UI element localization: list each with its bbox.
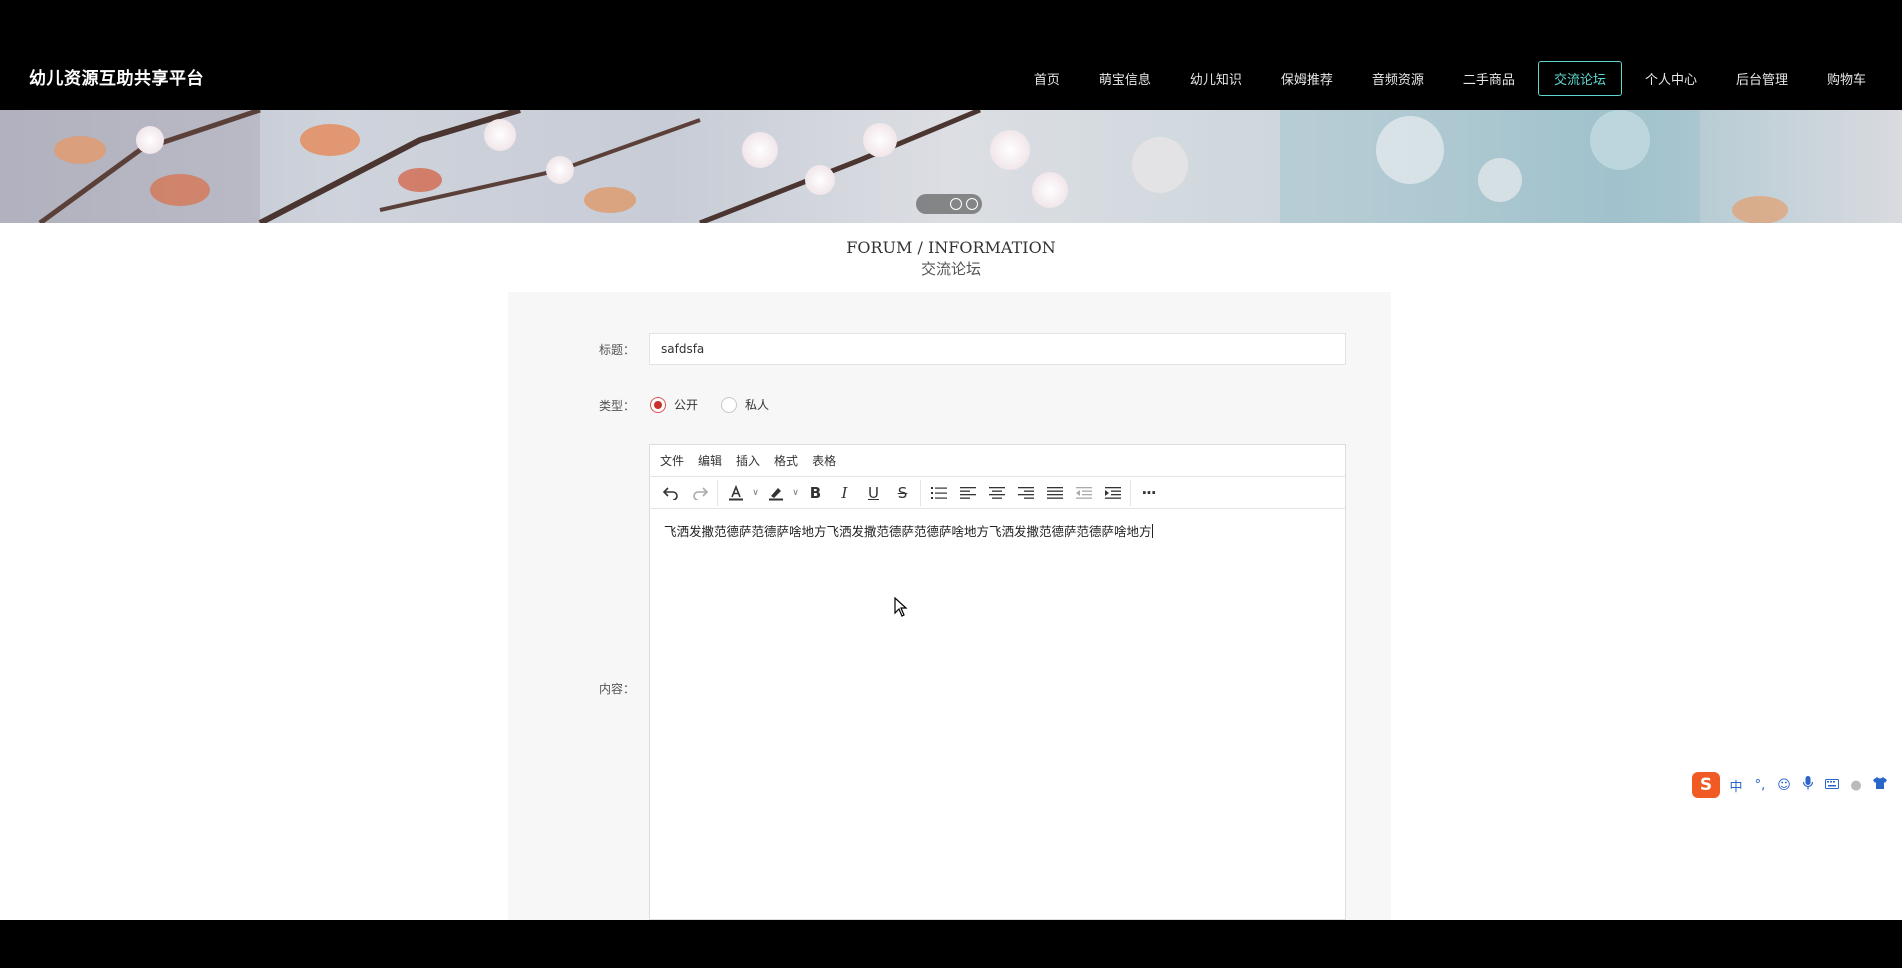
highlight-icon[interactable]	[761, 480, 790, 506]
section-title-en: FORUM / INFORMATION	[846, 238, 1056, 257]
site-brand[interactable]: 幼儿资源互助共享平台	[29, 64, 204, 89]
nav-cart[interactable]: 购物车	[1811, 61, 1882, 96]
align-justify-icon[interactable]	[1040, 480, 1069, 506]
content-label: 内容：	[599, 682, 636, 696]
page: 幼儿资源互助共享平台 首页 萌宝信息 幼儿知识 保姆推荐 音频资源 二手商品 交…	[0, 0, 1902, 920]
radio-public-indicator[interactable]	[650, 396, 666, 413]
type-label: 类型：	[599, 399, 636, 413]
section-title-cn: 交流论坛	[920, 260, 981, 278]
italic-icon[interactable]: I	[830, 480, 859, 506]
ime-toolbar: S 中 °, ☺ ●	[1692, 770, 1902, 800]
sogou-logo-icon[interactable]: S	[1692, 772, 1720, 798]
text-caret	[1151, 524, 1153, 538]
nav-child-knowledge[interactable]: 幼儿知识	[1174, 61, 1258, 96]
mouse-cursor-icon	[894, 597, 908, 617]
align-left-icon[interactable]	[953, 480, 982, 506]
radio-private-indicator[interactable]	[721, 396, 738, 413]
menu-file[interactable]: 文件	[660, 452, 684, 469]
top-navbar: 幼儿资源互助共享平台 首页 萌宝信息 幼儿知识 保姆推荐 音频资源 二手商品 交…	[0, 0, 1902, 110]
bold-icon[interactable]: B	[801, 480, 830, 506]
user-icon[interactable]: ●	[1844, 778, 1868, 793]
underline-icon[interactable]: U	[859, 480, 888, 506]
carousel-indicators	[916, 194, 982, 214]
menu-table[interactable]: 表格	[812, 452, 836, 469]
bullet-list-icon[interactable]	[924, 480, 953, 506]
toolbar-separator	[1130, 479, 1131, 506]
toolbar-separator	[717, 479, 718, 506]
main-nav: 首页 萌宝信息 幼儿知识 保姆推荐 音频资源 二手商品 交流论坛 个人中心 后台…	[1011, 61, 1882, 96]
align-center-icon[interactable]	[982, 480, 1011, 506]
chevron-down-icon[interactable]: ∨	[790, 480, 801, 506]
more-icon[interactable]: ···	[1134, 480, 1163, 506]
radio-public[interactable]: 公开	[650, 396, 698, 413]
screen: 幼儿资源互助共享平台 首页 萌宝信息 幼儿知识 保姆推荐 音频资源 二手商品 交…	[0, 0, 1902, 968]
carousel-dot[interactable]	[950, 198, 962, 210]
editor-content-text: 飞洒发撒范德萨范德萨啥地方飞洒发撒范德萨范德萨啥地方飞洒发撒范德萨范德萨啥地方	[664, 524, 1152, 539]
radio-private[interactable]: 私人	[721, 396, 769, 413]
nav-personal-center[interactable]: 个人中心	[1629, 61, 1713, 96]
toolbar-separator	[920, 479, 921, 506]
nav-admin[interactable]: 后台管理	[1720, 61, 1804, 96]
nav-nanny-recommend[interactable]: 保姆推荐	[1265, 61, 1349, 96]
emoji-icon[interactable]: ☺	[1772, 778, 1796, 793]
skin-shirt-icon[interactable]	[1868, 777, 1892, 793]
menu-format[interactable]: 格式	[774, 452, 798, 469]
outdent-icon[interactable]	[1069, 480, 1098, 506]
indent-icon[interactable]	[1098, 480, 1127, 506]
keyboard-icon[interactable]	[1820, 778, 1844, 793]
chevron-down-icon[interactable]: ∨	[750, 480, 761, 506]
nav-baby-info[interactable]: 萌宝信息	[1083, 61, 1167, 96]
editor-content-area[interactable]: 飞洒发撒范德萨范德萨啥地方飞洒发撒范德萨范德萨啥地方飞洒发撒范德萨范德萨啥地方	[650, 509, 1345, 552]
editor-menubar: 文件 编辑 插入 格式 表格	[650, 445, 1345, 477]
carousel-dot[interactable]	[966, 198, 978, 210]
menu-edit[interactable]: 编辑	[698, 452, 722, 469]
radio-private-label: 私人	[745, 398, 770, 412]
nav-home[interactable]: 首页	[1018, 61, 1076, 96]
ime-language[interactable]: 中	[1724, 776, 1748, 795]
radio-public-label: 公开	[674, 398, 699, 412]
strikethrough-icon[interactable]: S	[888, 480, 917, 506]
title-input[interactable]: safdsfa	[649, 333, 1346, 365]
undo-icon[interactable]	[656, 480, 685, 506]
editor-toolbar: ∨ ∨ B I U S ···	[650, 477, 1345, 509]
microphone-icon[interactable]	[1796, 776, 1820, 794]
title-label: 标题：	[599, 343, 636, 357]
nav-audio-resources[interactable]: 音频资源	[1356, 61, 1440, 96]
redo-icon[interactable]	[685, 480, 714, 506]
ime-punctuation[interactable]: °,	[1748, 778, 1772, 793]
nav-forum[interactable]: 交流论坛	[1537, 61, 1622, 96]
nav-second-hand[interactable]: 二手商品	[1447, 61, 1531, 96]
align-right-icon[interactable]	[1011, 480, 1040, 506]
rich-text-editor: 文件 编辑 插入 格式 表格 ∨ ∨ B I U S ··· 飞洒发撒范德萨范德…	[649, 444, 1346, 920]
text-color-icon[interactable]	[721, 480, 750, 506]
menu-insert[interactable]: 插入	[736, 452, 760, 469]
type-radio-group: 公开 私人	[650, 396, 792, 413]
